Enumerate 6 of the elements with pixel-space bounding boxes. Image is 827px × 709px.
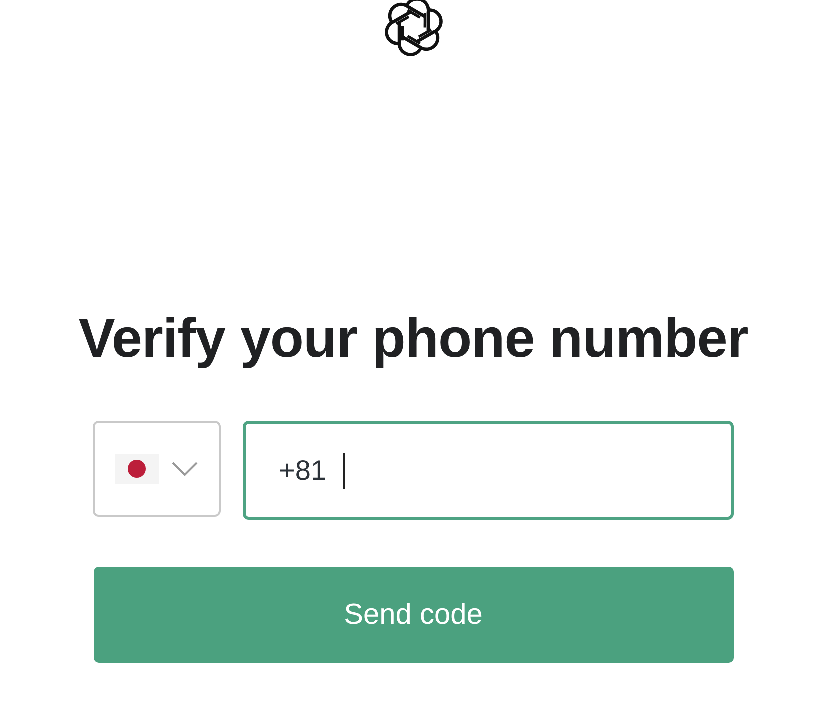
country-select[interactable] xyxy=(93,421,221,517)
flag-icon xyxy=(115,454,159,484)
page-heading: Verify your phone number xyxy=(78,306,748,370)
logo-icon xyxy=(382,0,444,58)
chevron-icon xyxy=(171,461,199,477)
phone-field[interactable]: +81 xyxy=(243,421,734,520)
